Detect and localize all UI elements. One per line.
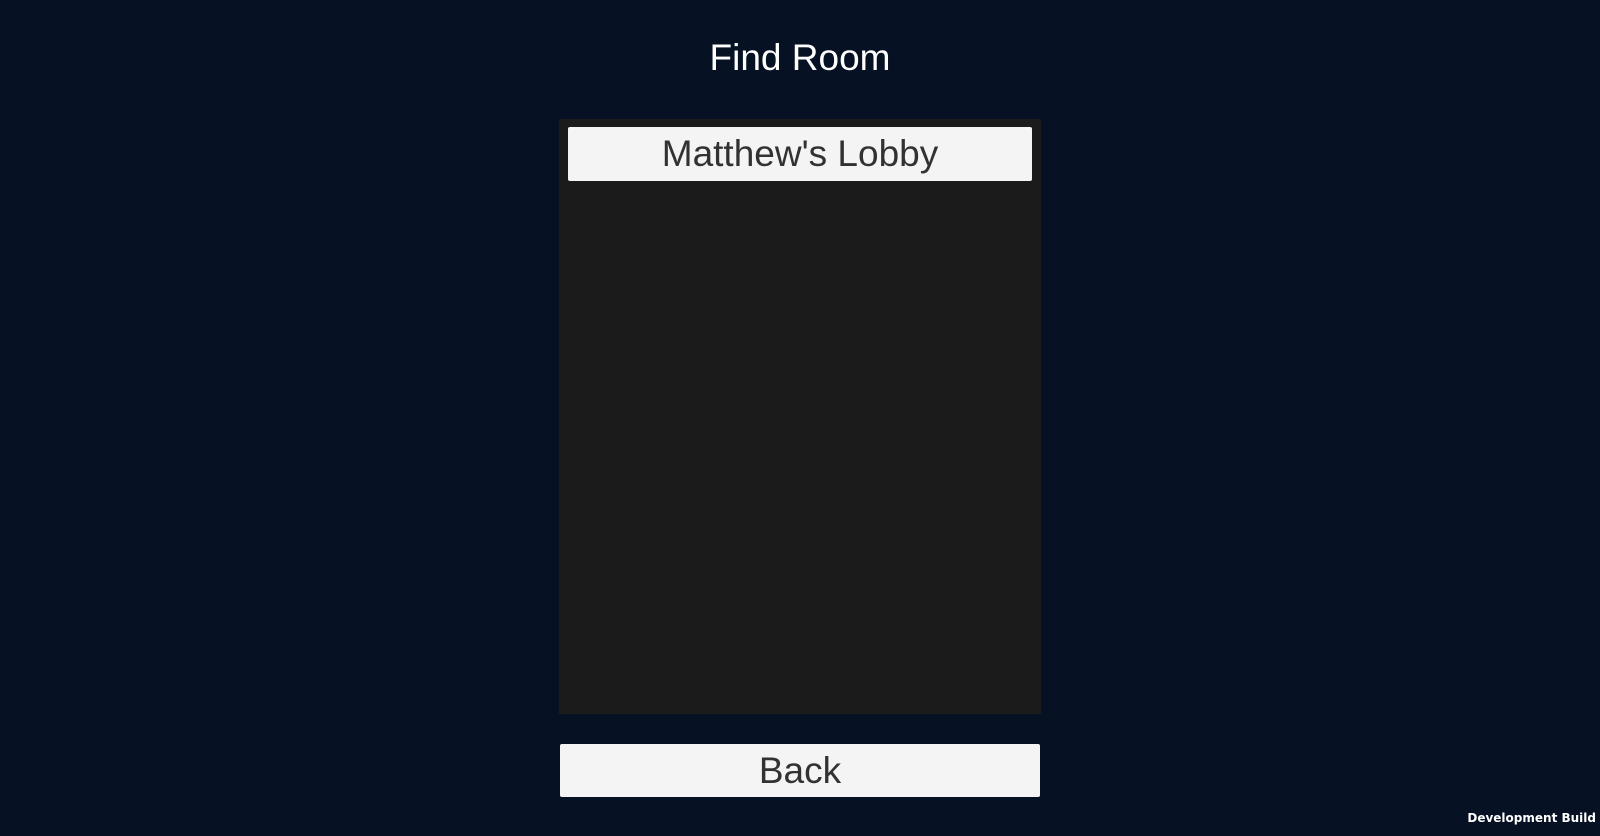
room-button-matthews-lobby[interactable]: Matthew's Lobby — [568, 127, 1032, 181]
development-build-label: Development Build — [1467, 811, 1596, 825]
room-list-panel[interactable]: Matthew's Lobby — [559, 119, 1041, 714]
back-button[interactable]: Back — [560, 744, 1040, 797]
page-title: Find Room — [709, 37, 891, 78]
